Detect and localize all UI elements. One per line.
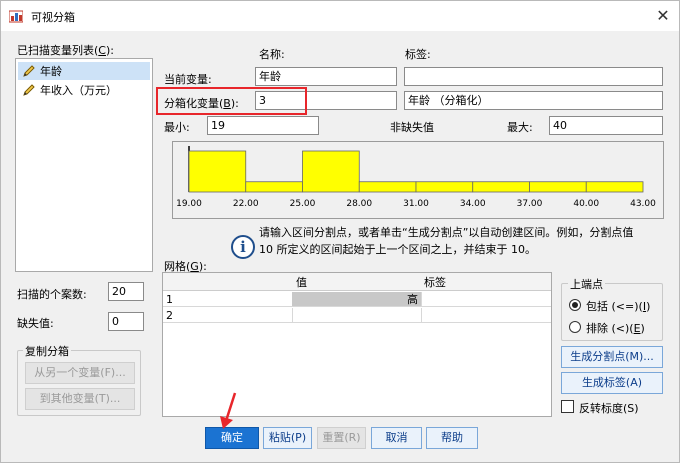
list-item[interactable]: 年龄 (18, 62, 150, 80)
histogram-tick-label: 40.00 (573, 199, 599, 209)
scan-list-label-end: ): (105, 44, 114, 57)
scan-list-label: 已扫描变量列表(C): (17, 42, 114, 58)
row-number: 2 (166, 309, 173, 322)
histogram-bar (358, 181, 417, 193)
histogram-bar (585, 181, 644, 193)
include-radio-label[interactable]: 包括 (<=)(I) (586, 298, 650, 314)
max-label: 最大: (507, 121, 533, 134)
include-label-end: ) (646, 300, 651, 313)
value-cell[interactable]: 高 (292, 292, 421, 306)
exclude-label-key: E (633, 322, 641, 335)
help-button[interactable]: 帮助 (426, 427, 478, 449)
current-variable-name-field: 年龄 (255, 67, 397, 86)
include-radio[interactable] (569, 299, 581, 311)
include-label-text: 包括 (<=)( (586, 300, 643, 313)
app-icon (9, 10, 23, 23)
exclude-label-end: ) (640, 322, 645, 335)
current-variable-label: 当前变量: (164, 73, 212, 86)
histogram-tick-label: 28.00 (346, 199, 372, 209)
histogram-bar (529, 181, 587, 193)
list-item[interactable]: 年收入（万元） (18, 81, 150, 99)
info-line-1: 请输入区间分割点，或者单击“生成分割点”以自动创建区间。例如，分割点值 (259, 226, 634, 239)
pencil-icon (23, 65, 35, 77)
scan-list-label-key: C (98, 44, 106, 57)
annotation-arrow (220, 392, 237, 429)
histogram-bar (245, 181, 303, 193)
exclude-radio[interactable] (569, 321, 581, 333)
copy-bins-title: 复制分箱 (23, 343, 71, 359)
grid-header: 值 标签 (163, 273, 551, 291)
list-item-label: 年龄 (40, 65, 62, 78)
missing-field: 0 (108, 312, 144, 331)
cancel-button[interactable]: 取消 (371, 427, 422, 449)
upper-endpoint-title: 上端点 (568, 276, 605, 292)
scan-cases-field: 20 (108, 282, 144, 301)
histogram-chart[interactable]: 19.00 22.00 25.00 28.00 31.00 34.00 37.00 40.00… (173, 142, 663, 218)
exclude-radio-label[interactable]: 排除 (<)(E) (586, 320, 645, 336)
missing-label: 缺失值: (17, 317, 54, 330)
list-item-label: 年收入（万元） (40, 84, 117, 97)
window-title: 可视分箱 (31, 11, 75, 24)
label-cell[interactable] (425, 308, 431, 323)
exclude-label-text: 排除 (<)( (586, 322, 634, 335)
copy-from-other-button[interactable]: 从另一个变量(F)... (25, 362, 135, 384)
scanned-variable-list[interactable]: 年龄 年收入（万元） (15, 58, 153, 272)
nonmissing-label: 非缺失值 (390, 121, 434, 134)
histogram-tick-label: 34.00 (460, 199, 486, 209)
histogram-tick-label: 43.00 (630, 199, 656, 209)
histogram-bar (472, 181, 530, 193)
scan-list-label-text: 已扫描变量列表( (17, 44, 99, 57)
make-cutpoints-button[interactable]: 生成分割点(M)... (561, 346, 663, 368)
histogram-bar (302, 150, 360, 193)
reverse-scale-checkbox[interactable] (561, 400, 574, 413)
histogram-frame: 19.00 22.00 25.00 28.00 31.00 34.00 37.00 40.00… (172, 141, 664, 219)
value-cell[interactable] (296, 308, 302, 323)
column-divider (292, 308, 293, 322)
reset-button[interactable]: 重置(R) (317, 427, 366, 449)
value-cell-text: 高 (407, 293, 418, 306)
current-variable-label-field (404, 67, 663, 86)
make-labels-button[interactable]: 生成标签(A) (561, 372, 663, 394)
reverse-scale-label[interactable]: 反转标度(S) (579, 400, 639, 416)
pencil-icon (23, 84, 35, 96)
binned-variable-label-input[interactable]: 年龄 （分箱化） (404, 91, 663, 110)
title-bar: 可视分箱 ✕ (1, 1, 679, 31)
info-icon: i (231, 235, 255, 259)
min-value-field: 19 (207, 116, 319, 135)
paste-button[interactable]: 粘贴(P) (263, 427, 312, 449)
column-divider (421, 308, 422, 322)
name-header: 名称: (259, 48, 285, 61)
label-header: 标签: (405, 48, 431, 61)
close-button[interactable]: ✕ (651, 5, 675, 27)
annotation-highlight-box (156, 87, 307, 115)
histogram-bar (415, 181, 474, 193)
histogram-tick-label: 22.00 (233, 199, 259, 209)
row-number: 1 (166, 293, 173, 306)
min-label: 最小: (164, 121, 190, 134)
max-value-field: 40 (549, 116, 663, 135)
histogram-tick-label: 31.00 (403, 199, 429, 209)
scan-cases-label: 扫描的个案数: (17, 288, 87, 301)
histogram-tick-label: 19.00 (176, 199, 202, 209)
table-row[interactable]: 1 高 (163, 292, 551, 307)
histogram-bar (188, 150, 247, 193)
grid-column-label: 标签 (424, 276, 446, 289)
grid-column-value: 值 (296, 276, 307, 289)
histogram-tick-label: 25.00 (290, 199, 316, 209)
column-divider (421, 292, 422, 306)
visual-binning-dialog: 可视分箱 ✕ 已扫描变量列表(C): 年龄 年收入（万元） 名称: 标签: 当前… (0, 0, 680, 463)
info-line-2: 10 所定义的区间起始于上一个区间之上，并结束于 10。 (259, 243, 536, 256)
histogram-tick-label: 37.00 (517, 199, 543, 209)
info-text: 请输入区间分割点，或者单击“生成分割点”以自动创建区间。例如，分割点值 10 所… (259, 224, 669, 258)
copy-to-other-button[interactable]: 到其他变量(T)... (25, 388, 135, 410)
table-row[interactable]: 2 (163, 308, 551, 323)
label-cell[interactable] (425, 292, 431, 307)
